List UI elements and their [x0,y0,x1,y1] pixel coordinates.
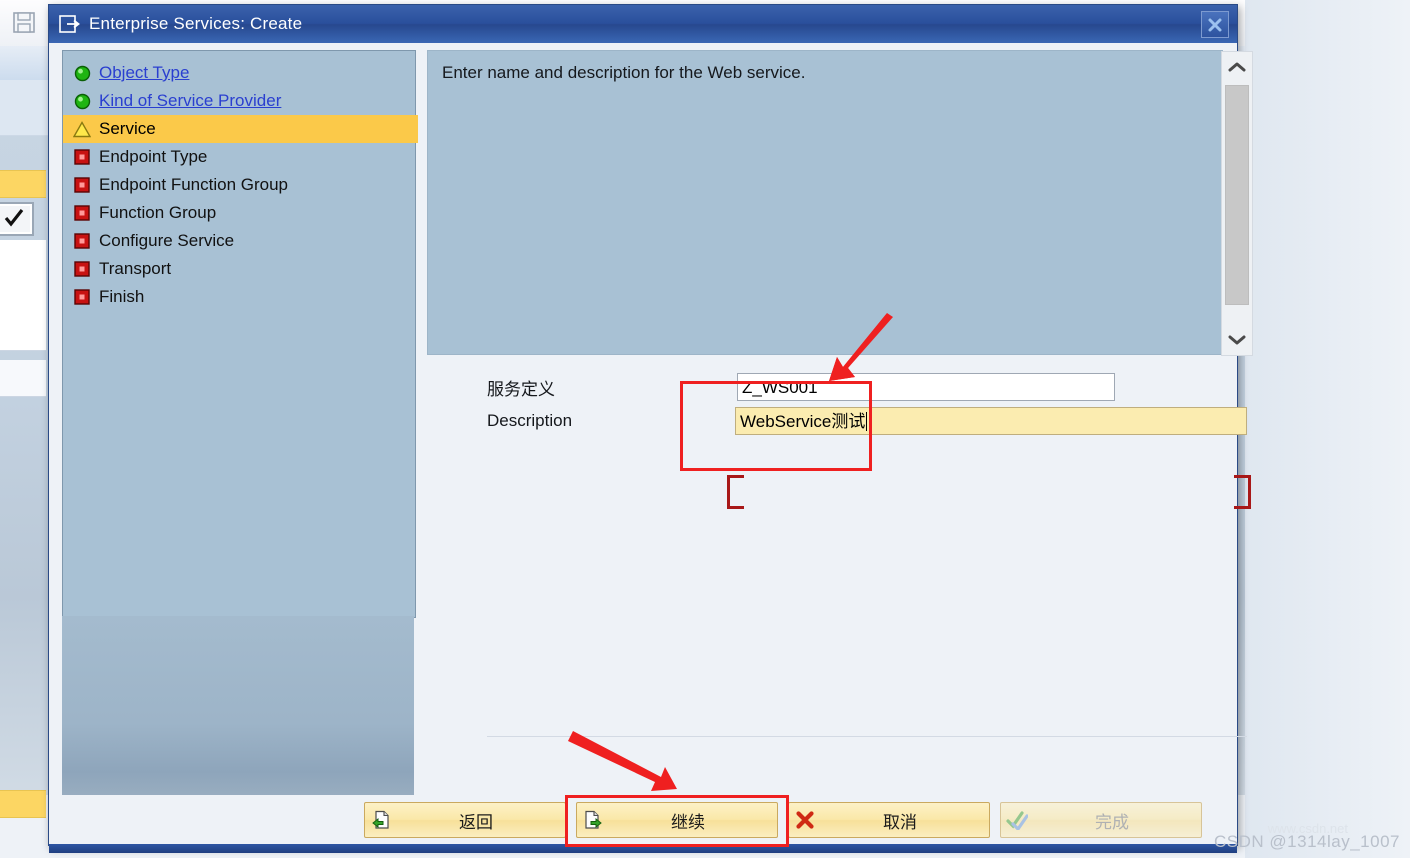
double-check-icon [1001,810,1033,830]
green-circle-icon [69,93,95,110]
roadmap-step-configure-service[interactable]: Configure Service [63,227,415,255]
close-icon[interactable] [1201,11,1229,38]
roadmap-step-endpoint-type[interactable]: Endpoint Type [63,143,415,171]
roadmap-step-label: Endpoint Function Group [99,175,289,194]
roadmap-panel: Object Type Kind of Service Provider Ser… [62,50,418,618]
dialog-title: Enterprise Services: Create [89,14,303,33]
description-value: WebService测试 [740,412,866,431]
continue-button-label: 继续 [671,812,705,832]
watermark-text: CSDN @1314lay_1007 [1214,832,1400,851]
dialog-button-bar: 返回 继续 取消 完成 [49,795,1237,845]
page-back-icon [365,810,397,830]
background-yellow-field-2 [0,790,46,818]
red-x-icon [789,810,821,830]
roadmap-step-kind-of-service-provider[interactable]: Kind of Service Provider [63,87,415,115]
roadmap-step-service[interactable]: Service [63,115,418,143]
roadmap-step-label: Endpoint Type [99,147,208,166]
background-white-panel-2 [0,360,46,397]
form-row-description: Description WebService测试 [487,404,1247,438]
roadmap-step-finish[interactable]: Finish [63,283,415,311]
form-row-service-definition: 服务定义 Z_WS001 [487,370,1247,404]
instruction-panel: Enter name and description for the Web s… [427,50,1253,356]
red-square-icon [69,233,95,249]
finish-button-label: 完成 [1095,812,1129,832]
vertical-scrollbar[interactable] [1221,51,1253,356]
roadmap-step-function-group[interactable]: Function Group [63,199,415,227]
red-square-icon [69,177,95,193]
red-square-icon [69,149,95,165]
service-definition-label: 服务定义 [487,379,555,399]
dialog-titlebar: Enterprise Services: Create [49,5,1237,43]
red-square-icon [69,289,95,305]
roadmap-step-label: Finish [99,287,145,306]
background-white-panel [0,240,46,351]
enterprise-services-dialog: Enterprise Services: Create Object Type [48,4,1253,853]
page-forward-icon [577,810,609,830]
scrollbar-thumb[interactable] [1225,85,1249,305]
service-definition-input[interactable]: Z_WS001 [737,373,1115,401]
content-area: Enter name and description for the Web s… [427,50,1253,845]
background-right-pane [1245,0,1410,858]
cancel-button[interactable]: 取消 [788,802,990,838]
chevron-up-icon[interactable] [1223,52,1251,82]
roadmap-step-label: Service [99,119,156,138]
red-square-icon [69,205,95,221]
continue-button[interactable]: 继续 [576,802,778,838]
roadmap-step-label: Transport [99,259,172,278]
roadmap-decoration [62,616,414,811]
roadmap-list: Object Type Kind of Service Provider Ser… [63,51,418,311]
dialog-body: Object Type Kind of Service Provider Ser… [49,43,1253,853]
back-button[interactable]: 返回 [364,802,566,838]
create-object-icon [59,15,81,33]
roadmap-step-label: Function Group [99,203,217,222]
roadmap-step-label: Kind of Service Provider [99,91,282,110]
yellow-triangle-icon [69,120,95,138]
description-label: Description [487,411,573,430]
roadmap-step-label: Object Type [99,63,190,82]
save-icon[interactable] [10,10,38,36]
service-form: 服务定义 Z_WS001 Description WebService测试 [487,370,1247,737]
background-yellow-field [0,170,46,198]
red-square-icon [69,261,95,277]
annotation-corner-bl [727,492,744,509]
text-cursor [866,412,868,431]
cancel-button-label: 取消 [883,812,917,832]
roadmap-step-label: Configure Service [99,231,235,250]
form-divider [487,736,1247,737]
roadmap-step-object-type[interactable]: Object Type [63,59,415,87]
green-circle-icon [69,65,95,82]
instruction-text: Enter name and description for the Web s… [442,63,806,82]
roadmap-step-endpoint-function-group[interactable]: Endpoint Function Group [63,171,415,199]
roadmap-step-transport[interactable]: Transport [63,255,415,283]
dialog-status-strip [49,844,1237,853]
back-button-label: 返回 [459,812,493,832]
annotation-corner-tl [727,475,744,492]
chevron-down-icon[interactable] [1223,325,1251,355]
description-input[interactable]: WebService测试 [735,407,1247,435]
finish-button[interactable]: 完成 [1000,802,1202,838]
checkmark-icon[interactable] [0,202,34,236]
